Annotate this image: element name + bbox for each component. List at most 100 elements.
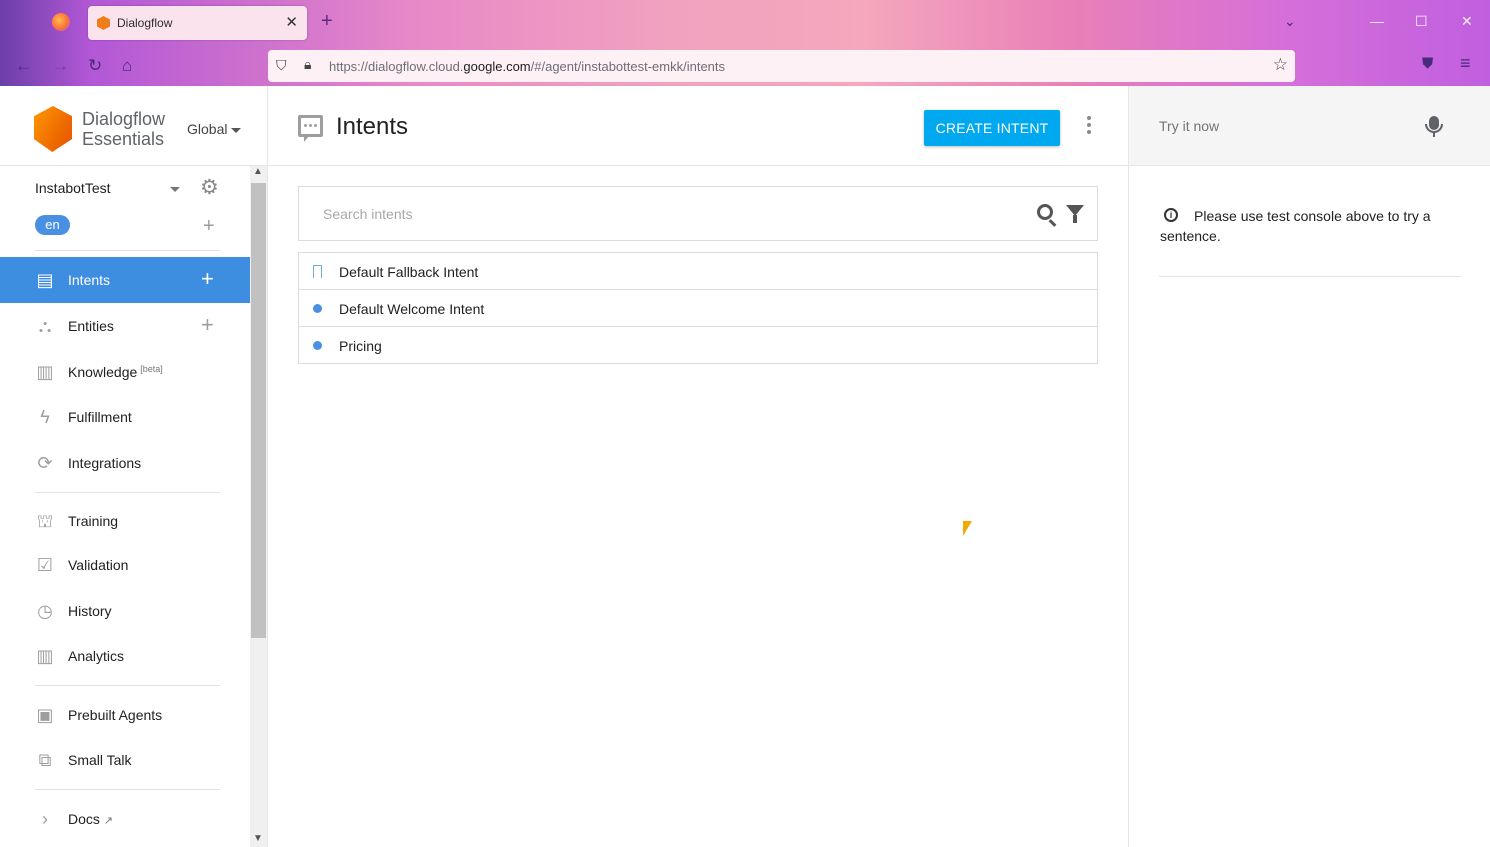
chevron-right-icon: › — [42, 809, 48, 829]
minimize-icon[interactable]: — — [1370, 13, 1384, 29]
scroll-down-icon[interactable]: ▼ — [253, 833, 263, 844]
region-selector[interactable]: Global — [187, 121, 242, 137]
forward-icon[interactable]: → — [52, 56, 69, 76]
sidebar-item-fulfillment[interactable]: ϟ Fulfillment — [0, 394, 250, 440]
create-intent-button[interactable]: CREATE INTENT — [924, 110, 1060, 146]
add-entity-icon[interactable]: + — [201, 314, 214, 336]
sidebar-item-label: Docs ↗ — [68, 811, 113, 827]
chat-icon: ▤ — [36, 270, 54, 290]
status-dot-icon — [313, 341, 322, 350]
console-hint: i Please use test console above to try a… — [1160, 206, 1465, 246]
sidebar-item-label: Training — [68, 513, 119, 529]
tab-strip: Dialogflow ✕ + ⌄ — ☐ ✕ — [0, 0, 1490, 46]
filter-icon[interactable] — [1066, 205, 1084, 223]
intent-name[interactable]: Pricing — [339, 338, 382, 354]
sidebar-item-validation[interactable]: ☑ Validation — [0, 542, 250, 588]
intent-name[interactable]: Default Welcome Intent — [339, 301, 484, 317]
chat-bubbles-icon: ⧉ — [38, 750, 52, 770]
sidebar-item-history[interactable]: ◷ History — [0, 588, 250, 634]
search-box — [298, 186, 1098, 241]
page-title: Intents — [336, 113, 409, 140]
sidebar-item-intents[interactable]: ▤ Intents + — [0, 257, 250, 303]
check-box-icon: ☑ — [36, 555, 54, 575]
maximize-icon[interactable]: ☐ — [1415, 13, 1428, 30]
new-tab-icon[interactable]: + — [321, 11, 333, 31]
divider — [35, 492, 220, 493]
brand-name-line1: Dialogflow — [82, 109, 166, 129]
microphone-stand-icon — [1425, 124, 1443, 133]
intents-chat-icon — [298, 115, 323, 142]
caret-down-icon — [231, 127, 242, 133]
sidebar-scroll-thumb[interactable] — [251, 183, 266, 638]
home-icon[interactable]: ⌂ — [122, 56, 132, 76]
sidebar-item-entities[interactable]: ⛬ Entities + — [0, 303, 250, 349]
region-label: Global — [187, 121, 228, 137]
sidebar-item-label: Integrations — [68, 455, 142, 471]
beta-badge: [beta] — [140, 364, 163, 374]
sidebar-item-label: Fulfillment — [68, 409, 132, 425]
language-badge[interactable]: en — [35, 215, 70, 235]
list-item[interactable]: Pricing — [299, 327, 1097, 364]
hierarchy-icon: ⛬ — [38, 316, 52, 336]
bar-chart-icon: ▥ — [36, 646, 54, 666]
sidebar-item-small-talk[interactable]: ⧉ Small Talk — [0, 737, 250, 783]
list-tabs-chevron-icon[interactable]: ⌄ — [1284, 13, 1296, 30]
gear-icon[interactable]: ⚙ — [200, 175, 219, 200]
brand-header: Dialogflow Essentials Global — [0, 86, 267, 166]
docs-label: Docs — [68, 811, 100, 827]
external-link-icon: ↗ — [103, 815, 114, 827]
sidebar-item-knowledge[interactable]: ▥ Knowledge [beta] — [0, 349, 250, 395]
add-intent-icon[interactable]: + — [201, 268, 214, 290]
sidebar-item-label: Entities — [68, 318, 114, 334]
search-icon[interactable] — [1037, 204, 1053, 220]
shield-icon[interactable]: ⛉ — [276, 57, 287, 74]
intent-name[interactable]: Default Fallback Intent — [339, 264, 478, 280]
sidebar-item-label: History — [68, 603, 112, 619]
firefox-icon[interactable] — [52, 13, 70, 31]
sidebar-item-training[interactable]: ⛫ Training — [0, 498, 250, 544]
intent-list: Default Fallback Intent Default Welcome … — [298, 252, 1098, 364]
book-icon: ▥ — [36, 362, 54, 382]
sidebar-item-analytics[interactable]: ▥ Analytics — [0, 633, 250, 679]
close-tab-icon[interactable]: ✕ — [285, 13, 298, 31]
clock-icon: ◷ — [37, 601, 53, 621]
bookmark-box-icon: ▣ — [36, 705, 54, 725]
status-dot-icon — [313, 304, 322, 313]
bookmark-star-icon[interactable]: ☆ — [1273, 55, 1288, 75]
hamburger-menu-icon[interactable]: ≡ — [1460, 53, 1471, 74]
list-item[interactable]: Default Welcome Intent — [299, 290, 1097, 327]
knowledge-label: Knowledge — [68, 364, 138, 380]
dialogflow-logo-icon[interactable] — [34, 106, 72, 152]
url-bar[interactable]: ⛉ 🔒︎ https://dialogflow.cloud.google.com… — [268, 50, 1295, 82]
try-it-input[interactable] — [1159, 116, 1419, 136]
add-language-icon[interactable]: + — [203, 216, 215, 236]
list-item[interactable]: Default Fallback Intent — [299, 253, 1097, 290]
info-icon: i — [1164, 208, 1178, 222]
browser-tab[interactable]: Dialogflow ✕ — [88, 6, 307, 40]
sidebar-item-label: Small Talk — [68, 752, 132, 768]
agent-name[interactable]: InstabotTest — [35, 180, 111, 196]
try-it-bar — [1129, 86, 1490, 166]
back-icon[interactable]: ← — [15, 56, 32, 76]
url-text[interactable]: https://dialogflow.cloud.google.com/#/ag… — [329, 59, 725, 74]
sidebar-item-docs[interactable]: › Docs ↗ — [0, 796, 250, 842]
main-content: Intents CREATE INTENT Default Fallback I… — [268, 86, 1128, 847]
divider — [35, 685, 220, 686]
sidebar-item-label: Prebuilt Agents — [68, 707, 163, 723]
close-window-icon[interactable]: ✕ — [1461, 13, 1473, 30]
lock-icon[interactable]: 🔒︎ — [304, 56, 311, 73]
bolt-icon: ϟ — [40, 407, 50, 427]
page-header: Intents CREATE INTENT — [268, 86, 1128, 166]
search-input[interactable] — [323, 204, 1023, 224]
mouse-cursor-icon — [963, 521, 972, 536]
more-options-icon[interactable] — [1083, 115, 1095, 137]
scroll-up-icon[interactable]: ▲ — [253, 166, 263, 177]
sidebar-item-integrations[interactable]: ⟳ Integrations — [0, 440, 250, 486]
agent-dropdown-icon[interactable] — [170, 187, 180, 192]
reload-icon[interactable]: ↻ — [88, 56, 102, 76]
sidebar-item-prebuilt-agents[interactable]: ▣ Prebuilt Agents — [0, 692, 250, 738]
pocket-icon[interactable]: ⛊ — [1422, 55, 1433, 72]
nav-bar: ← → ↻ ⌂ ⛉ 🔒︎ https://dialogflow.cloud.go… — [0, 46, 1490, 86]
browser-chrome: Dialogflow ✕ + ⌄ — ☐ ✕ ← → ↻ ⌂ ⛉ 🔒︎ http… — [0, 0, 1490, 86]
sidebar: Dialogflow Essentials Global InstabotTes… — [0, 86, 268, 847]
